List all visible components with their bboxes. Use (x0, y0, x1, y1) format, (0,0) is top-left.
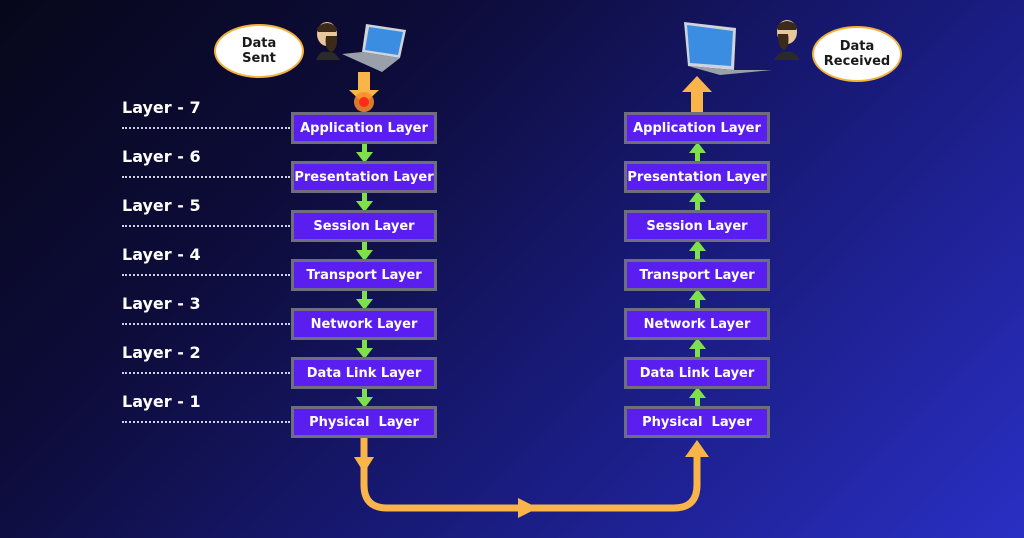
sender-layer-box: Data Link Layer (291, 357, 437, 389)
up-arrow-icon (689, 387, 706, 406)
dotted-leader-line (122, 323, 290, 325)
receiver-laptop-icon (684, 22, 772, 75)
dotted-leader-line (122, 127, 290, 129)
layer-label: Layer - 3 (122, 294, 201, 313)
receiver-layer-box: Session Layer (624, 210, 770, 242)
layer-label: Layer - 4 (122, 245, 201, 264)
start-dot-icon (354, 92, 374, 112)
sender-layer-box: Application Layer (291, 112, 437, 144)
layer-label: Layer - 7 (122, 98, 201, 117)
receiver-layer-box: Data Link Layer (624, 357, 770, 389)
layer-label: Layer - 2 (122, 343, 201, 362)
receiver-layer-box: Transport Layer (624, 259, 770, 291)
up-arrow-icon (689, 289, 706, 308)
right-arrowhead-icon (518, 498, 538, 518)
up-arrow-icon (689, 338, 706, 357)
layer-label: Layer - 5 (122, 196, 201, 215)
receiver-person-icon (774, 20, 800, 60)
up-arrow-icon (689, 240, 706, 259)
dotted-leader-line (122, 176, 290, 178)
sender-layer-box: Presentation Layer (291, 161, 437, 193)
up-arrowhead-icon (685, 440, 709, 457)
down-arrowhead-icon (354, 457, 374, 473)
bubble-text-line1: Data (839, 39, 875, 54)
layer-label: Layer - 6 (122, 147, 201, 166)
sender-layer-box: Transport Layer (291, 259, 437, 291)
transmission-path-arrow (354, 434, 709, 518)
receiver-layer-box: Physical Layer (624, 406, 770, 438)
sender-layer-box: Network Layer (291, 308, 437, 340)
dotted-leader-line (122, 274, 290, 276)
sender-layer-box: Physical Layer (291, 406, 437, 438)
dotted-leader-line (122, 372, 290, 374)
layer-label: Layer - 1 (122, 392, 201, 411)
dotted-leader-line (122, 225, 290, 227)
dotted-leader-line (122, 421, 290, 423)
osi-model-diagram: Data Sent Data Received Layer - 7 Layer -… (0, 0, 1024, 538)
up-arrow-icon (689, 191, 706, 210)
receiver-output-arrow (682, 76, 712, 112)
receiver-layer-box: Network Layer (624, 308, 770, 340)
data-sent-bubble: Data Sent (214, 24, 304, 78)
bubble-text-line2: Received (823, 54, 891, 69)
receiver-layer-box: Application Layer (624, 112, 770, 144)
data-received-bubble: Data Received (812, 26, 902, 82)
receiver-layer-box: Presentation Layer (624, 161, 770, 193)
bubble-text-line2: Sent (242, 51, 276, 66)
up-arrow-icon (689, 142, 706, 161)
sender-laptop-icon (342, 24, 406, 72)
bubble-text-line1: Data (241, 36, 277, 51)
sender-layer-box: Session Layer (291, 210, 437, 242)
